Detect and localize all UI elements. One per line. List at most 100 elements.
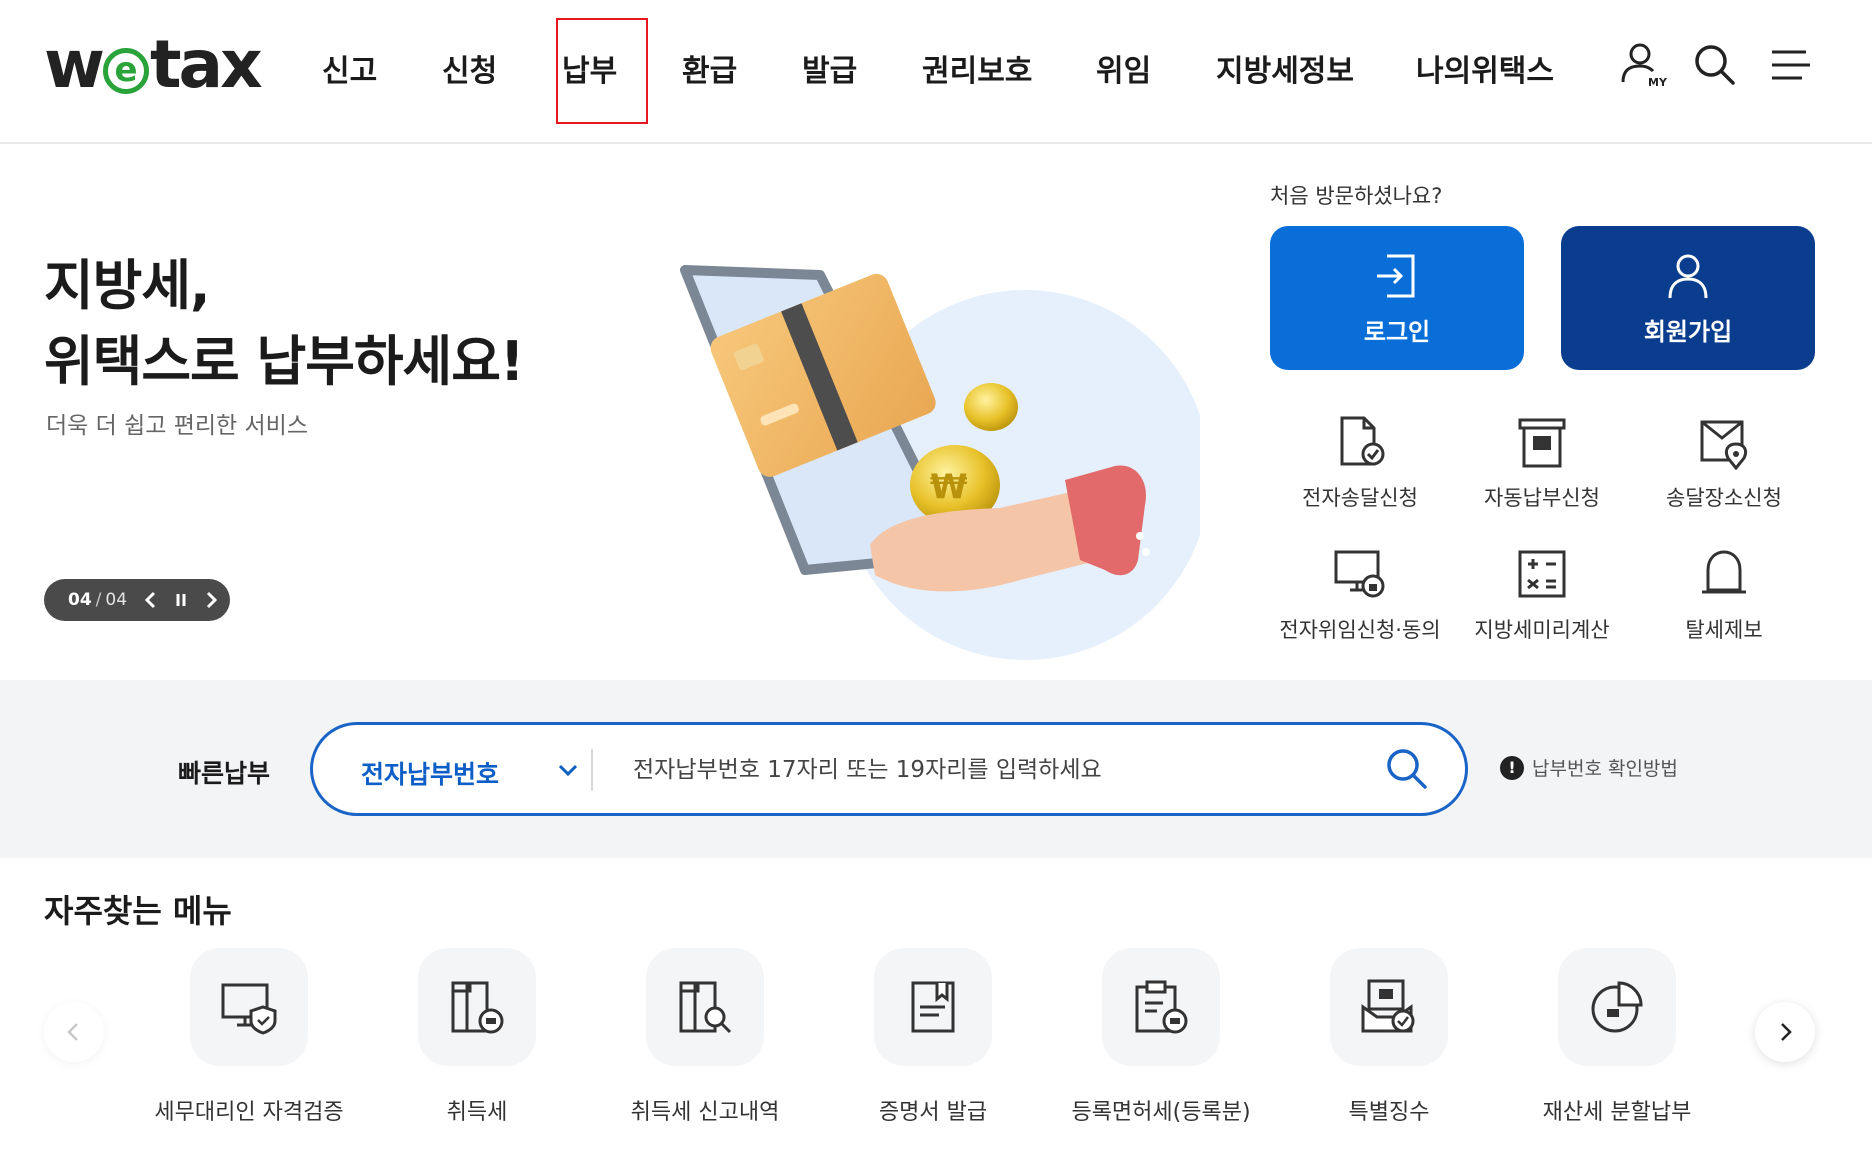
frequent-item-tax-agent-verify[interactable]: 세무대리인 자격검증: [134, 948, 364, 1126]
frequent-item-acquisition-tax[interactable]: 취득세: [362, 948, 592, 1126]
site-header: w e tax 신고 신청 납부 환급 발급 권리보호 위임 지방세정보 나의위…: [0, 0, 1872, 144]
frequent-item-tile: [190, 948, 308, 1066]
logo-e-circle: e: [102, 48, 149, 94]
frequent-menu-title: 자주찾는 메뉴: [44, 892, 232, 930]
frequent-item-label: 특별징수: [1348, 1100, 1430, 1125]
frequent-item-tile: [1102, 948, 1220, 1066]
quick-pay-searchbox: 전자납부번호: [310, 722, 1468, 816]
select-divider: [591, 749, 593, 791]
calculator-icon: [1518, 550, 1566, 598]
payment-type-select[interactable]: 전자납부번호: [361, 755, 499, 791]
frequent-item-registration-license-tax[interactable]: 등록면허세(등록분): [1046, 948, 1276, 1126]
nav-item-delegation[interactable]: 위임: [1096, 46, 1151, 90]
frequent-item-label: 세무대리인 자격검증: [154, 1100, 344, 1125]
won-check-icon: [1361, 979, 1415, 1033]
login-label: 로그인: [1363, 318, 1431, 346]
quick-pay-title: 빠른납부: [178, 759, 271, 788]
e-delivery-icon: [1340, 416, 1385, 466]
svg-text:MY: MY: [1648, 76, 1668, 89]
logo-text-e: e: [114, 50, 138, 90]
nav-item-local-tax-info[interactable]: 지방세정보: [1216, 46, 1354, 90]
person-icon: [1668, 254, 1708, 299]
login-button[interactable]: 로그인: [1270, 226, 1524, 370]
frequent-item-tile: [646, 948, 764, 1066]
payment-number-help-link[interactable]: ! 납부번호 확인방법: [1500, 754, 1678, 781]
logo-text-tax: tax: [149, 26, 263, 103]
nav-item-rights[interactable]: 권리보호: [922, 46, 1032, 90]
frequent-item-tile: [418, 948, 536, 1066]
service-e-delivery[interactable]: 전자송달신청: [1270, 414, 1450, 512]
info-icon: !: [1500, 755, 1524, 780]
svg-text:₩: ₩: [930, 467, 968, 507]
hero-subtitle: 더욱 더 쉽고 편리한 서비스: [46, 413, 309, 439]
banner-pager: 04 / 04: [44, 579, 230, 621]
service-label: 자동납부신청: [1484, 486, 1600, 510]
nav-item-apply[interactable]: 신청: [442, 46, 497, 90]
join-button[interactable]: 회원가입: [1561, 226, 1815, 370]
monitor-shield-icon: [221, 983, 277, 1035]
pager-next-icon[interactable]: [199, 588, 223, 612]
carousel-prev-button[interactable]: [44, 1002, 104, 1062]
frequent-item-special-collection[interactable]: 특별징수: [1274, 948, 1504, 1126]
frequent-item-property-tax-installment[interactable]: 재산세 분할납부: [1502, 948, 1732, 1126]
frequent-item-label: 재산세 분할납부: [1542, 1100, 1692, 1125]
frequent-item-label: 등록면허세(등록분): [1071, 1100, 1251, 1125]
chevron-right-icon: [1781, 1023, 1792, 1041]
first-visit-prompt: 처음 방문하셨나요?: [1270, 184, 1443, 208]
chevron-down-icon[interactable]: [553, 755, 583, 785]
pager-total: 04: [105, 590, 128, 610]
service-auto-pay[interactable]: 자동납부신청: [1452, 414, 1632, 512]
delivery-location-icon: [1700, 420, 1748, 470]
auto-pay-icon: [1518, 418, 1566, 468]
small-coin-shape: [964, 383, 1018, 431]
help-label: 납부번호 확인방법: [1532, 758, 1678, 780]
carousel-next-button[interactable]: [1755, 1002, 1815, 1062]
pager-pause-icon[interactable]: [169, 588, 193, 612]
pager-prev-icon[interactable]: [139, 588, 163, 612]
hero-title-line1: 지방세,: [44, 254, 211, 317]
hero-illustration: ₩: [680, 265, 1200, 660]
service-label: 탈세제보: [1685, 618, 1763, 642]
e-delegation-icon: [1334, 550, 1385, 598]
nav-item-payment[interactable]: 납부: [562, 46, 617, 90]
login-icon: [1377, 254, 1415, 298]
my-page-icon[interactable]: MY: [1618, 40, 1668, 90]
wetax-logo[interactable]: w e tax: [44, 26, 263, 103]
pager-separator: /: [95, 590, 102, 610]
frequent-item-tile: [1330, 948, 1448, 1066]
frequent-item-label: 증명서 발급: [878, 1100, 988, 1125]
certificate-icon: [911, 981, 955, 1033]
chevron-left-icon: [67, 1023, 78, 1041]
hero-title-line2: 위택스로 납부하세요!: [44, 330, 525, 393]
building-won-icon: [451, 981, 504, 1034]
frequent-item-tile: [1558, 948, 1676, 1066]
nav-item-report[interactable]: 신고: [322, 46, 377, 90]
service-label: 전자송달신청: [1302, 486, 1418, 510]
search-icon[interactable]: [1383, 745, 1431, 793]
service-report[interactable]: 탈세제보: [1634, 546, 1814, 644]
report-bell-icon: [1702, 550, 1746, 594]
hero-title: 지방세, 위택스로 납부하세요!: [44, 248, 525, 400]
frequent-item-label: 취득세: [446, 1100, 508, 1125]
frequent-item-certificate[interactable]: 증명서 발급: [818, 948, 1048, 1126]
service-e-delegation[interactable]: 전자위임신청·동의: [1270, 546, 1450, 644]
logo-text-w: w: [44, 26, 105, 103]
nav-item-issue[interactable]: 발급: [802, 46, 857, 90]
frequent-item-label: 취득세 신고내역: [630, 1100, 780, 1125]
service-label: 송달장소신청: [1666, 486, 1782, 510]
pager-current: 04: [68, 590, 92, 610]
search-icon[interactable]: [1690, 40, 1740, 90]
pie-chart-icon: [1591, 981, 1643, 1033]
payment-number-input[interactable]: [633, 747, 1313, 793]
nav-item-refund[interactable]: 환급: [682, 46, 737, 90]
nav-item-my-wetax[interactable]: 나의위택스: [1416, 46, 1554, 90]
frequent-item-acquisition-history[interactable]: 취득세 신고내역: [590, 948, 820, 1126]
frequent-item-tile: [874, 948, 992, 1066]
service-label: 전자위임신청·동의: [1279, 618, 1441, 642]
service-calculator[interactable]: 지방세미리계산: [1452, 546, 1632, 644]
clipboard-won-icon: [1135, 980, 1188, 1034]
service-delivery-location[interactable]: 송달장소신청: [1634, 414, 1814, 512]
join-label: 회원가입: [1643, 318, 1733, 346]
service-label: 지방세미리계산: [1474, 618, 1610, 642]
menu-icon[interactable]: [1766, 40, 1816, 90]
